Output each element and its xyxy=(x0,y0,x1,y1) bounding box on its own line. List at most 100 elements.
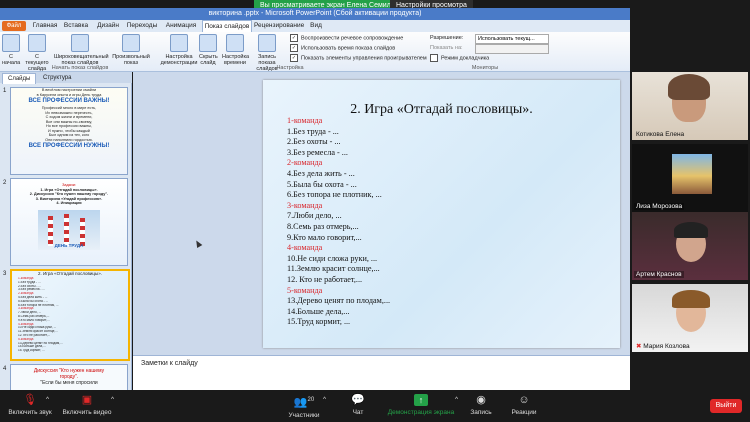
share-screen-button[interactable]: ↑ Демонстрация экрана xyxy=(386,394,456,416)
slide-thumbnail-3[interactable]: 2. Игра «Отгадай пословицы». 1-команда 1… xyxy=(10,269,130,361)
use-timings-checkbox[interactable]: ✓ Использовать время показа слайдов xyxy=(290,44,395,52)
leave-button[interactable]: Выйти xyxy=(710,399,742,413)
slide-thumbnail-2[interactable]: Задачи: 1. Игра «Отгадай пословицы». 2. … xyxy=(10,178,128,266)
participant-name: Лиза Морозова xyxy=(634,203,685,210)
hide-slide-button[interactable]: Скрыть слайд xyxy=(199,34,218,66)
proverb-item: 11.Землю красит солнце,... xyxy=(287,264,380,274)
chat-icon: 💬 xyxy=(351,394,365,406)
slideshow-start-icon xyxy=(2,34,20,52)
checkmark-icon: ✓ xyxy=(290,34,298,42)
setup-show-button[interactable]: Настройка демонстрации xyxy=(160,34,198,66)
participants-chevron-icon[interactable]: ^ xyxy=(323,396,326,403)
powerpoint-title-bar: викторина .pptx - Microsoft PowerPoint (… xyxy=(0,8,630,20)
chat-button[interactable]: 💬 Чат xyxy=(346,394,370,416)
play-narrations-checkbox[interactable]: ✓ Воспроизвести речевое сопровождение xyxy=(290,34,403,42)
slide-thumbnail-1[interactable]: В весёлом настроении смайли в Карусели о… xyxy=(10,87,128,175)
record-button[interactable]: ◉ Запись xyxy=(466,394,496,416)
tab-animation[interactable]: Анимация xyxy=(164,20,198,32)
video-tile[interactable]: ✖ Мария Козлова xyxy=(632,284,748,352)
group-setup-label: Настройка xyxy=(276,65,304,71)
team-heading: 2-команда xyxy=(287,158,323,168)
broadcast-button[interactable]: Широковещательный показ слайдов xyxy=(54,34,109,66)
from-beginning-button[interactable]: С начала xyxy=(2,34,20,66)
tab-review[interactable]: Рецензирование xyxy=(254,20,304,32)
window-title: викторина .pptx - Microsoft PowerPoint (… xyxy=(208,10,422,17)
slideshow-current-icon xyxy=(28,34,46,52)
team-heading: 4-команда xyxy=(287,243,323,253)
rehearse-timings-button[interactable]: Настройка времени xyxy=(222,34,249,66)
custom-show-icon xyxy=(122,34,140,52)
participant-name: Артем Краснов xyxy=(634,271,684,278)
panel-tabs: Слайды Структура xyxy=(0,72,132,84)
ribbon-tabs: Файл Главная Вставка Дизайн Переходы Ани… xyxy=(0,20,630,33)
video-tile[interactable]: Лиза Морозова xyxy=(632,144,748,212)
notes-pane[interactable]: Заметки к слайду xyxy=(133,355,630,390)
participant-hair xyxy=(668,74,710,100)
proverb-item: 9.Кто мало говорит,... xyxy=(287,232,362,242)
video-tile[interactable]: Артем Краснов xyxy=(632,212,748,280)
thumb-number: 4 xyxy=(3,366,7,372)
tab-insert[interactable]: Вставка xyxy=(62,20,90,32)
proverb-item: 2.Без охоты - ... xyxy=(287,137,341,147)
hide-slide-icon xyxy=(199,34,217,52)
slide-editor: 2. Игра «Отгадай пословицы». 1-команда 1.… xyxy=(133,72,630,355)
start-video-button[interactable]: ▣ Включить видео xyxy=(62,394,112,416)
group-monitors-label: Мониторы xyxy=(471,65,499,71)
proverb-item: 5.Была бы охота - ... xyxy=(287,179,357,189)
broadcast-icon xyxy=(71,34,89,52)
thumb-number: 1 xyxy=(3,88,7,94)
tab-slides[interactable]: Слайды xyxy=(2,73,37,84)
show-on-label: Показать на: xyxy=(430,45,463,51)
participants-icon: 👥20 xyxy=(293,396,315,409)
participants-button[interactable]: 👥20 Участники xyxy=(286,394,322,419)
proverb-item: 8.Семь раз отмерь,... xyxy=(287,221,359,231)
show-on-select[interactable] xyxy=(475,44,549,54)
checkmark-icon: ✓ xyxy=(290,54,298,62)
resolution-label: Разрешение: xyxy=(430,35,464,41)
team-heading: 1-команда xyxy=(287,116,323,125)
labour-day-image: ДЕНЬ ТРУДА xyxy=(38,209,100,250)
tab-outline[interactable]: Структура xyxy=(38,73,76,83)
video-off-icon: ▣ xyxy=(81,394,93,406)
show-media-controls-checkbox[interactable]: ✓ Показать элементы управления проигрыват… xyxy=(290,54,427,62)
setup-show-icon xyxy=(170,34,188,52)
participant-photo xyxy=(672,154,712,194)
video-tile[interactable]: Котикова Елена xyxy=(632,72,748,140)
video-options-chevron-icon[interactable]: ^ xyxy=(111,396,114,403)
checkmark-icon: ✓ xyxy=(290,44,298,52)
share-chevron-icon[interactable]: ^ xyxy=(455,396,458,403)
tab-home[interactable]: Главная xyxy=(32,20,58,32)
participant-name: ✖ Мария Козлова xyxy=(636,343,690,350)
team-heading: 3-команда xyxy=(287,200,323,210)
proverb-item: 4.Без дела жить - ... xyxy=(287,168,355,178)
proverb-item: 12. Кто не работает,... xyxy=(287,274,363,284)
audio-options-chevron-icon[interactable]: ^ xyxy=(46,396,49,403)
proverb-item: 3.Без ремесла - ... xyxy=(287,147,348,157)
notes-placeholder: Заметки к слайду xyxy=(141,360,198,367)
slides-panel: Слайды Структура 1 В весёлом настроении … xyxy=(0,72,132,396)
resolution-select[interactable]: Использовать текущ... xyxy=(475,34,549,44)
record-icon: ◉ xyxy=(476,394,486,406)
proverb-item: 10.Не сиди сложа руки, ... xyxy=(287,253,378,263)
reactions-button[interactable]: ☺ Реакции xyxy=(508,394,540,416)
proverb-item: 13.Дерево ценят по плодам,... xyxy=(287,296,391,306)
timer-icon xyxy=(226,34,244,52)
participant-name: Котикова Елена xyxy=(636,131,685,138)
tab-view[interactable]: Вид xyxy=(306,20,326,32)
current-slide[interactable]: 2. Игра «Отгадай пословицы». 1-команда 1.… xyxy=(263,80,620,348)
proverb-item: 14.Больше дела,... xyxy=(287,306,350,316)
tab-transitions[interactable]: Переходы xyxy=(126,20,158,32)
ribbon: С начала С текущего слайда Широковещател… xyxy=(0,32,630,72)
mouse-cursor-icon xyxy=(193,238,203,249)
thumb-number: 2 xyxy=(3,180,7,186)
proverb-item: 6.Без топора не плотник, ... xyxy=(287,190,382,200)
tab-design[interactable]: Дизайн xyxy=(94,20,122,32)
custom-show-button[interactable]: Произвольный показ xyxy=(110,34,152,66)
file-button[interactable]: Файл xyxy=(2,21,26,31)
participant-hair xyxy=(672,290,710,308)
reactions-icon: ☺ xyxy=(518,394,530,406)
team-heading: 5-команда xyxy=(287,285,323,295)
presenter-view-checkbox[interactable]: Режим докладчика xyxy=(430,54,489,62)
checkbox-empty-icon xyxy=(430,54,438,62)
thumb-number: 3 xyxy=(3,271,7,277)
